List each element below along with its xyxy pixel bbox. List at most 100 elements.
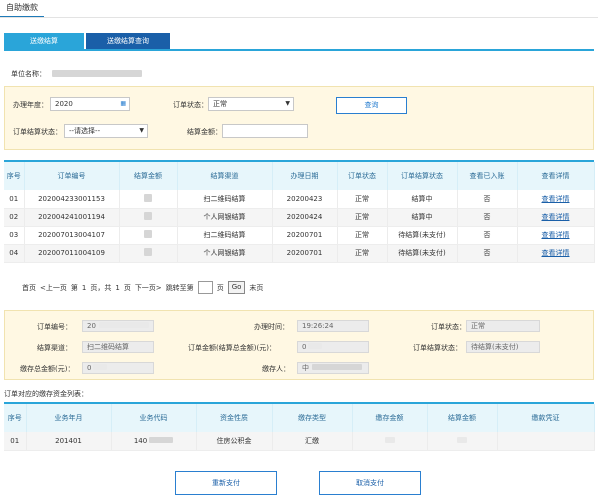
cell-biz-code: 140 — [111, 432, 197, 451]
settle-status-select[interactable]: --请选择-- ▼ — [64, 124, 148, 138]
cell-settle-status: 结算中 — [387, 208, 458, 227]
orders-header-row: 序号 订单编号 结算金额 结算渠道 办理日期 订单状态 订单结算状态 查看已入账… — [4, 162, 595, 190]
detail-time-label: 办理时间： — [254, 323, 289, 331]
jump-label: 跳转至第 — [165, 283, 194, 292]
col-biz-month: 业务年月 — [26, 404, 112, 432]
cell-details: 查看详情 — [517, 244, 595, 263]
table-row: 01 202004233001153 扫二维码结算 20200423 正常 结算… — [4, 190, 595, 209]
tab-settlement[interactable]: 送缴结算 — [4, 33, 84, 50]
detail-deposit-label: 缴存总金额(元)： — [20, 365, 75, 373]
col-seq: 序号 — [4, 404, 27, 432]
cell-deposit-amount-redacted — [352, 432, 428, 451]
table-row: 02 202004241001194 个人网银结算 20200424 正常 结算… — [4, 208, 595, 227]
detail-amount-value: 0 — [302, 343, 307, 351]
cell-settle-status: 待结算(未支付) — [387, 244, 458, 263]
cell-seq: 04 — [4, 244, 25, 263]
cell-amount-redacted — [119, 226, 178, 245]
next-page-link[interactable]: 下一页> — [135, 283, 162, 293]
col-status: 订单状态 — [337, 162, 388, 190]
filter-panel — [4, 86, 594, 150]
cell-details: 查看详情 — [517, 190, 595, 209]
cell-status: 正常 — [337, 190, 388, 209]
cell-order-no: 202007011004109 — [24, 244, 120, 263]
query-button[interactable]: 查询 — [336, 97, 407, 114]
amount-label: 结算金额： — [187, 128, 222, 136]
view-details-link[interactable]: 查看详情 — [542, 195, 570, 203]
orders-table: 序号 订单编号 结算金额 结算渠道 办理日期 订单状态 订单结算状态 查看已入账… — [4, 160, 595, 263]
cell-status: 正常 — [337, 226, 388, 245]
table-row: 04 202007011004109 个人网银结算 20200701 正常 待结… — [4, 244, 595, 263]
jump-page-input[interactable] — [197, 281, 213, 294]
view-details-link[interactable]: 查看详情 — [542, 231, 570, 239]
detail-channel-field: 扫二维码结算 — [82, 341, 154, 353]
cell-date: 20200701 — [272, 226, 338, 245]
prev-page-link[interactable]: <上一页 — [40, 283, 67, 293]
cell-order-no: 202004241001194 — [24, 208, 120, 227]
cell-posted: 否 — [457, 208, 518, 227]
cancel-payment-button[interactable]: 取消支付 — [319, 471, 421, 495]
biz-code-value: 140 — [133, 436, 148, 445]
repay-button[interactable]: 重新支付 — [175, 471, 277, 495]
col-posted: 查看已入账 — [457, 162, 518, 190]
col-amount: 结算金额 — [119, 162, 178, 190]
detail-order-status-label: 订单状态： — [431, 323, 466, 331]
col-voucher: 缴款凭证 — [497, 404, 595, 432]
first-page-link[interactable]: 首页 — [22, 283, 36, 293]
cell-channel: 个人网银结算 — [177, 244, 273, 263]
amount-input[interactable] — [222, 124, 308, 138]
col-settle-status: 订单结算状态 — [387, 162, 458, 190]
page-prefix: 第 — [70, 283, 78, 292]
cell-details: 查看详情 — [517, 226, 595, 245]
go-button[interactable]: Go — [227, 281, 246, 294]
col-seq: 序号 — [4, 162, 25, 190]
col-fund-type: 资金性质 — [196, 404, 273, 432]
detail-payer-label: 缴存人： — [262, 365, 290, 373]
tab-settlement-query[interactable]: 送缴结算查询 — [86, 33, 170, 50]
cell-amount-redacted — [119, 208, 178, 227]
view-details-link[interactable]: 查看详情 — [542, 249, 570, 257]
col-deposit-type: 缴存类型 — [272, 404, 353, 432]
col-order-no: 订单编号 — [24, 162, 120, 190]
col-details: 查看详情 — [517, 162, 595, 190]
year-input[interactable]: 2020 ▦ — [50, 97, 130, 111]
cell-seq: 02 — [4, 208, 25, 227]
page-suffix: 页 — [123, 283, 131, 292]
order-status-selected: 正常 — [213, 100, 227, 108]
detail-order-status-field: 正常 — [466, 320, 540, 332]
order-status-select[interactable]: 正常 ▼ — [208, 97, 294, 111]
detail-channel-label: 结算渠道： — [37, 344, 72, 352]
chevron-down-icon: ▼ — [139, 127, 144, 134]
cell-status: 正常 — [337, 208, 388, 227]
detail-settle-status-label: 订单结算状态： — [413, 344, 462, 352]
table-row: 01 201401 140 住房公积金 汇缴 — [4, 432, 595, 451]
order-status-label: 订单状态： — [173, 101, 208, 109]
col-channel: 结算渠道 — [177, 162, 273, 190]
total-pages: 1 — [115, 283, 120, 292]
cell-amount-redacted — [119, 190, 178, 209]
view-details-link[interactable]: 查看详情 — [542, 213, 570, 221]
last-page-link[interactable]: 末页 — [249, 283, 263, 293]
cell-channel: 扫二维码结算 — [177, 190, 273, 209]
cell-channel: 扫二维码结算 — [177, 226, 273, 245]
settle-status-label: 订单结算状态： — [13, 128, 62, 136]
detail-settle-status-value: 待结算(未支付) — [471, 343, 519, 351]
detail-order-status-value: 正常 — [471, 322, 485, 330]
cell-seq: 01 — [4, 190, 25, 209]
page-mid: 页，共 — [90, 283, 112, 292]
page-tab-self-payment[interactable]: 自助缴款 — [6, 2, 38, 13]
detail-deposit-field: 0 — [82, 362, 154, 374]
year-value: 2020 — [55, 100, 73, 108]
calendar-icon[interactable]: ▦ — [120, 98, 126, 110]
detail-payer-field: 中 — [297, 362, 369, 374]
cell-posted: 否 — [457, 226, 518, 245]
cell-seq: 03 — [4, 226, 25, 245]
col-biz-code: 业务代码 — [111, 404, 197, 432]
jump-unit: 页 — [216, 283, 224, 292]
funds-list-title: 订单对应的缴存资金列表： — [4, 390, 88, 398]
chevron-down-icon: ▼ — [285, 100, 290, 107]
col-settle-amount: 结算金额 — [427, 404, 498, 432]
subtab-divider — [4, 49, 594, 51]
current-page: 1 — [81, 283, 87, 292]
detail-amount-field: 0 — [297, 341, 369, 353]
detail-time-value: 19:26:24 — [302, 322, 334, 330]
